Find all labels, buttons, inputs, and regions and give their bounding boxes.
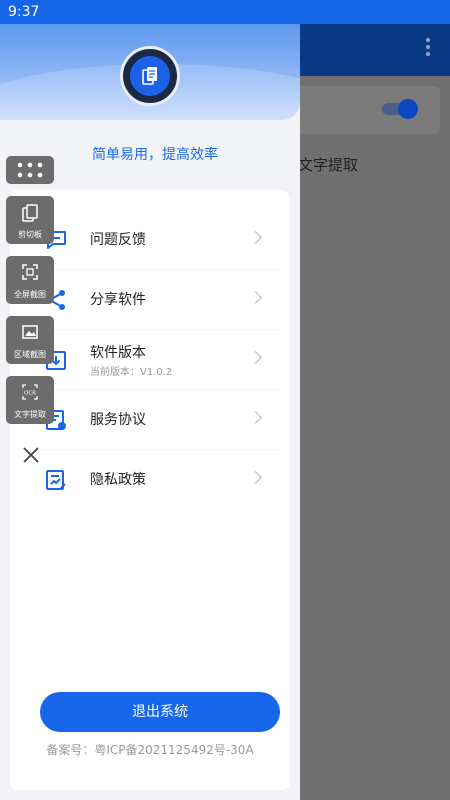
app-logo	[120, 46, 180, 106]
logout-button[interactable]: 退出系统	[40, 692, 280, 732]
menu-item-label: 分享软件	[90, 292, 146, 308]
menu-item-agreement[interactable]: 服务协议	[40, 390, 280, 450]
menu-item-label: 隐私政策	[90, 472, 146, 488]
toggle-switch[interactable]	[382, 98, 418, 120]
clipboard-icon	[22, 204, 38, 222]
float-button-label: 剪切板	[18, 230, 42, 239]
fullscreen-capture-button[interactable]: 全屏截图	[6, 256, 54, 304]
close-icon[interactable]	[22, 446, 40, 464]
chevron-right-icon	[249, 411, 262, 424]
dots-grid-icon	[17, 162, 43, 178]
background-toggle-card	[288, 86, 440, 134]
ocr-icon: OCR	[22, 384, 38, 400]
menu-item-version[interactable]: 软件版本 当前版本：V1.0.2	[40, 330, 280, 390]
float-button-label: 文字提取	[14, 410, 46, 419]
ocr-glyph: OCR	[24, 391, 36, 397]
menu-item-privacy[interactable]: 隐私政策	[40, 450, 280, 510]
menu-item-share[interactable]: 分享软件	[40, 270, 280, 330]
float-menu-toggle[interactable]	[6, 156, 54, 184]
chevron-right-icon	[249, 291, 262, 304]
menu-item-label: 服务协议	[90, 412, 146, 428]
drawer-header	[0, 24, 300, 120]
document-icon	[142, 67, 157, 85]
region-capture-icon	[22, 325, 38, 339]
region-capture-button[interactable]: 区域截图	[6, 316, 54, 364]
chevron-right-icon	[249, 471, 262, 484]
chevron-right-icon	[249, 351, 262, 364]
float-button-label: 全屏截图	[14, 290, 46, 299]
chevron-right-icon	[249, 231, 262, 244]
privacy-icon	[46, 470, 66, 490]
icp-record: 备案号：粤ICP备2021125492号-30A	[46, 743, 254, 757]
clipboard-button[interactable]: 剪切板	[6, 196, 54, 244]
menu-item-feedback[interactable]: 问题反馈	[40, 210, 280, 270]
fullscreen-capture-icon	[22, 264, 38, 280]
current-version-text: 当前版本：V1.0.2	[90, 367, 173, 378]
menu-item-label: 软件版本	[90, 345, 146, 361]
menu-item-label: 问题反馈	[90, 232, 146, 248]
float-button-label: 区域截图	[14, 350, 46, 359]
ocr-button[interactable]: OCR 文字提取	[6, 376, 54, 424]
more-options-icon[interactable]	[424, 38, 432, 62]
status-time: 9:37	[8, 4, 40, 20]
status-bar: 9:37	[0, 0, 450, 24]
